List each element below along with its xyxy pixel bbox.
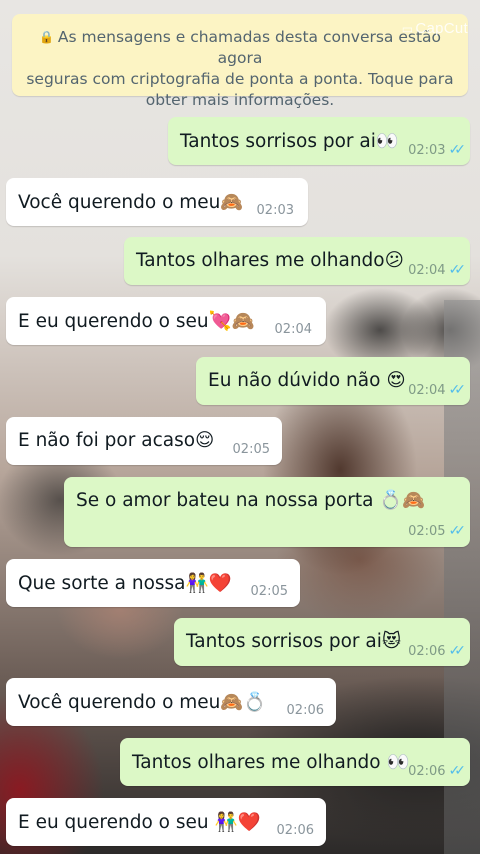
message-text: Eu não dúvido não 😍 bbox=[208, 370, 406, 391]
message-text: E eu querendo o seu 👫❤️ bbox=[18, 812, 261, 833]
message-text: Se o amor bateu na nossa porta 💍🙈 bbox=[76, 490, 426, 511]
message-text: Tantos sorrisos por ai😻 bbox=[186, 631, 402, 652]
message-time: 02:06 bbox=[286, 703, 324, 718]
message-bubble-incoming[interactable]: E eu querendo o seu💘🙈 02:04 bbox=[6, 297, 326, 345]
double-check-icon: ✓✓ bbox=[448, 643, 467, 659]
double-check-icon: ✓✓ bbox=[448, 142, 467, 158]
message-bubble-incoming[interactable]: E eu querendo o seu 👫❤️ 02:06 bbox=[6, 798, 326, 846]
message-bubble-incoming[interactable]: Você querendo o meu🙈💍 02:06 bbox=[6, 678, 336, 726]
message-time: 02:04 bbox=[274, 322, 312, 337]
message-text: E eu querendo o seu💘🙈 bbox=[18, 311, 255, 332]
message-bubble-outgoing[interactable]: Eu não dúvido não 😍 02:04 ✓✓ bbox=[196, 357, 470, 405]
message-time: 02:05 bbox=[408, 524, 446, 539]
encryption-notice-line2: seguras com criptografia de ponta a pont… bbox=[26, 70, 454, 88]
message-bubble-outgoing[interactable]: Tantos olhares me olhando 👀 02:06 ✓✓ bbox=[120, 738, 470, 786]
double-check-icon: ✓✓ bbox=[448, 262, 467, 278]
message-bubble-outgoing[interactable]: Tantos sorrisos por ai😻 02:06 ✓✓ bbox=[174, 618, 470, 666]
double-check-icon: ✓✓ bbox=[448, 763, 467, 779]
message-bubble-incoming[interactable]: Você querendo o meu🙈 02:03 bbox=[6, 178, 308, 226]
double-check-icon: ✓✓ bbox=[448, 523, 467, 539]
message-bubble-outgoing[interactable]: Tantos sorrisos por ai👀 02:03 ✓✓ bbox=[168, 117, 470, 165]
message-time: 02:03 bbox=[256, 203, 294, 218]
lock-icon: 🔒 bbox=[38, 30, 54, 44]
message-time: 02:04 bbox=[408, 263, 446, 278]
message-text: Você querendo o meu🙈💍 bbox=[18, 692, 267, 713]
message-text: Que sorte a nossa👫❤️ bbox=[18, 573, 232, 594]
message-bubble-incoming[interactable]: Que sorte a nossa👫❤️ 02:05 bbox=[6, 559, 300, 607]
message-time: 02:03 bbox=[408, 143, 446, 158]
message-bubble-outgoing[interactable]: Tantos olhares me olhando😕 02:04 ✓✓ bbox=[124, 237, 470, 285]
message-time: 02:06 bbox=[408, 644, 446, 659]
message-text: Tantos olhares me olhando😕 bbox=[136, 250, 404, 271]
message-bubble-outgoing[interactable]: Se o amor bateu na nossa porta 💍🙈 02:05 ✓… bbox=[64, 477, 470, 547]
encryption-notice-line3: obter mais informações. bbox=[145, 91, 335, 109]
capcut-watermark: ▭ CapCut bbox=[401, 20, 468, 37]
message-text: Você querendo o meu🙈 bbox=[18, 192, 244, 213]
capcut-logo-icon: ▭ bbox=[401, 22, 414, 36]
message-time: 02:04 bbox=[408, 383, 446, 398]
encryption-notice-line1: As mensagens e chamadas desta conversa e… bbox=[57, 28, 442, 67]
encryption-notice[interactable]: 🔒 As mensagens e chamadas desta conversa … bbox=[12, 14, 468, 109]
message-text: Tantos olhares me olhando 👀 bbox=[132, 752, 410, 773]
message-time: 02:06 bbox=[408, 764, 446, 779]
message-text: E não foi por acaso😌 bbox=[18, 430, 215, 451]
message-time: 02:05 bbox=[250, 584, 288, 599]
message-time: 02:06 bbox=[276, 823, 314, 838]
message-time: 02:05 bbox=[232, 442, 270, 457]
double-check-icon: ✓✓ bbox=[448, 382, 467, 398]
message-text: Tantos sorrisos por ai👀 bbox=[180, 131, 399, 152]
message-bubble-incoming[interactable]: E não foi por acaso😌 02:05 bbox=[6, 417, 282, 465]
